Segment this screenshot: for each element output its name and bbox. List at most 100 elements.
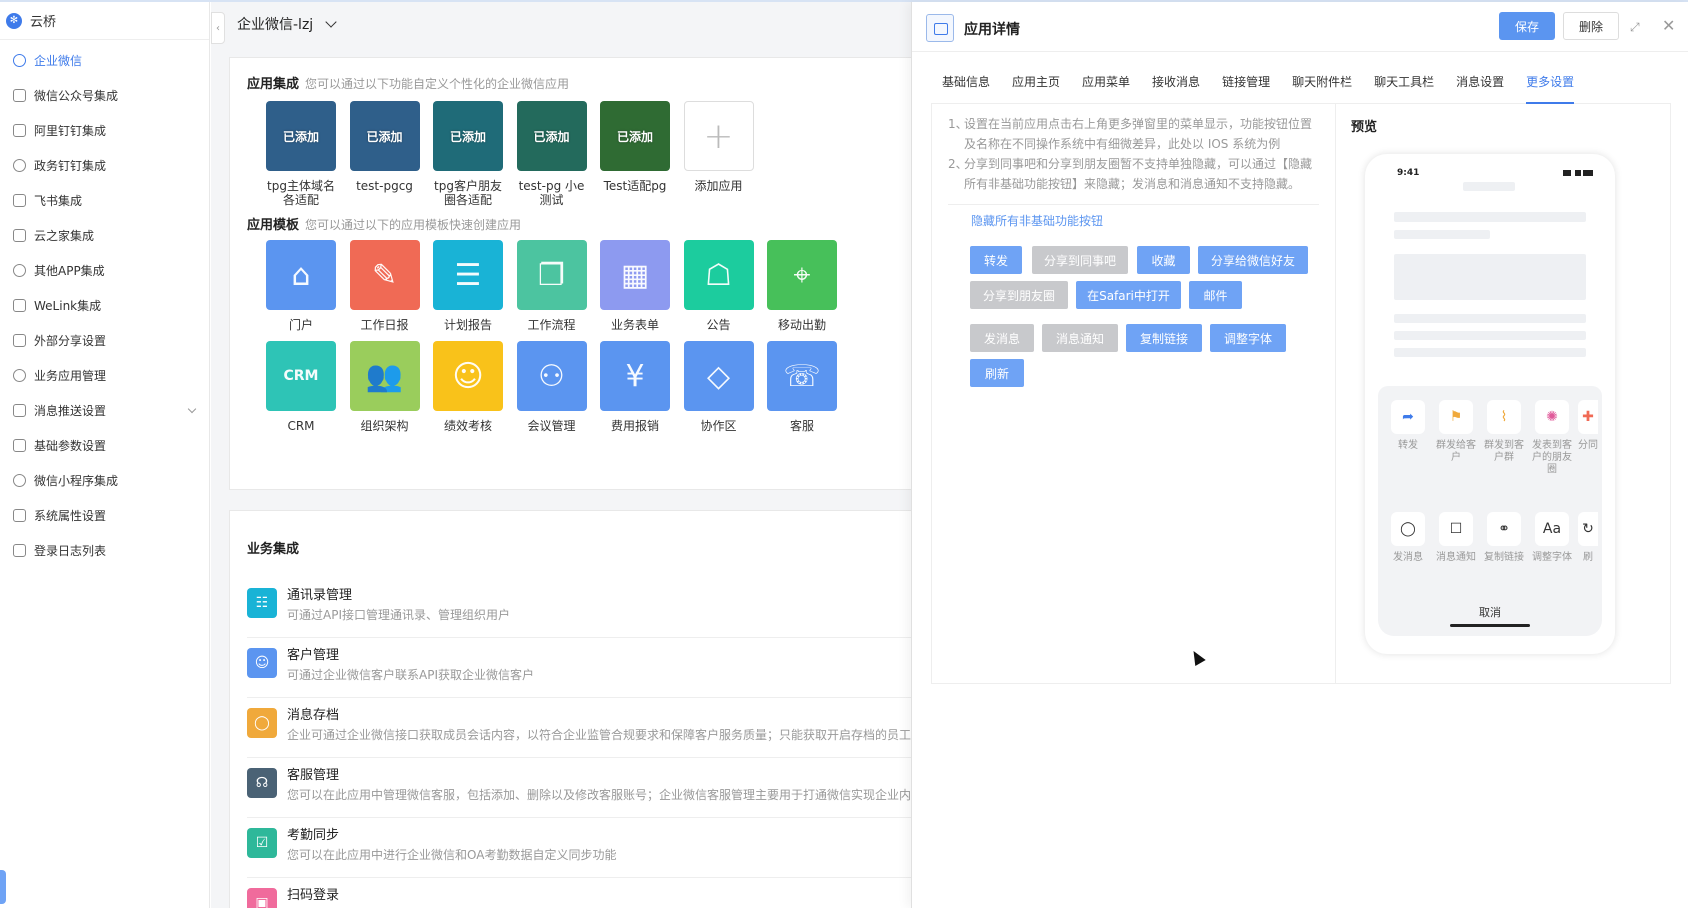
- sidebar-item[interactable]: 登录日志列表: [0, 533, 209, 568]
- template-tile[interactable]: CRM CRM: [266, 341, 336, 433]
- menu-button-tag[interactable]: 复制链接: [1126, 324, 1202, 352]
- template-tile[interactable]: ⌂ 门户: [266, 240, 336, 332]
- business-item[interactable]: ▣ 扫码登录: [247, 874, 911, 908]
- tab-0[interactable]: 基础信息: [931, 70, 1001, 104]
- tab-1[interactable]: 应用主页: [1001, 70, 1071, 104]
- app-name: tpg主体域名各适配: [267, 179, 335, 207]
- menu-button-tag[interactable]: 在Safari中打开: [1076, 281, 1181, 309]
- collapse-sidebar-button[interactable]: ‹: [211, 12, 225, 44]
- menu-button-tag[interactable]: 分享到朋友圈: [970, 281, 1068, 309]
- template-tile[interactable]: 👥 组织架构: [349, 341, 420, 433]
- menu-button-tag[interactable]: 发消息: [970, 324, 1034, 352]
- menu-button-tag[interactable]: 调整字体: [1210, 324, 1286, 352]
- expand-icon[interactable]: ⤢: [1630, 20, 1640, 35]
- app-tile[interactable]: 已添加 test-pg 小e测试: [516, 101, 587, 207]
- share-option-icon: ⚭: [1487, 512, 1521, 546]
- chevron-down-icon: [325, 16, 337, 28]
- tab-5[interactable]: 聊天附件栏: [1281, 70, 1363, 104]
- main-area: ‹ 企业微信-lzj 应用集成 您可以通过以下功能自定义个性化的企业微信应用 已添…: [211, 2, 911, 908]
- close-icon[interactable]: ✕: [1662, 16, 1675, 35]
- cancel-button[interactable]: 取消: [1378, 604, 1602, 620]
- app-tile[interactable]: 已添加 tpg客户朋友圈各适配: [433, 101, 503, 207]
- sidebar-item[interactable]: 微信小程序集成: [0, 463, 209, 498]
- note-item: 1、 设置在当前应用点击右上角更多弹窗里的菜单显示，功能按钮位置及名称在不同操作系…: [948, 114, 1316, 154]
- business-item[interactable]: ☑ 考勤同步 您可以在此应用中进行企业微信和OA考勤数据自定义同步功能: [247, 814, 911, 878]
- business-item[interactable]: ☷ 通讯录管理 可通过API接口管理通讯录、管理组织用户: [247, 574, 911, 638]
- business-card: 业务集成 ☷ 通讯录管理 可通过API接口管理通讯录、管理组织用户 ☺ 客户管理 可通过企…: [229, 510, 911, 908]
- template-icon: ⌖: [767, 240, 837, 310]
- menu-button-tag[interactable]: 收藏: [1137, 246, 1190, 274]
- template-icon: ❐: [516, 240, 587, 310]
- template-icon: ⌂: [266, 240, 336, 310]
- sidebar-item[interactable]: 消息推送设置: [0, 393, 209, 428]
- delete-button[interactable]: 删除: [1563, 12, 1619, 40]
- tab-7[interactable]: 消息设置: [1445, 70, 1515, 104]
- menu-button-tag[interactable]: 分享给微信好友: [1198, 246, 1308, 274]
- hide-all-nonbasic-link[interactable]: 隐藏所有非基础功能按钮: [971, 212, 1103, 229]
- app-detail-drawer: 应用详情 保存 删除 ⤢ ✕ 基础信息 应用主页 应用菜单 接收消息 链接管理 聊天附件栏…: [911, 2, 1688, 908]
- share-option-label: 群发给客户: [1436, 440, 1476, 463]
- template-name: 绩效考核: [443, 419, 492, 433]
- sidebar-item[interactable]: 基础参数设置: [0, 428, 209, 463]
- template-tile[interactable]: ☰ 计划报告: [433, 240, 503, 332]
- template-tile[interactable]: ⚇ 会议管理: [516, 341, 587, 433]
- tab-4[interactable]: 链接管理: [1211, 70, 1281, 104]
- template-glyph-icon: ☺: [452, 358, 484, 394]
- sidebar-item[interactable]: 企业微信: [0, 43, 209, 78]
- app-tile[interactable]: 已添加 Test适配pg: [600, 101, 670, 193]
- sidebar-item[interactable]: 其他APP集成: [0, 253, 209, 288]
- sidebar-item[interactable]: 政务钉钉集成: [0, 148, 209, 183]
- help-tab[interactable]: [0, 870, 6, 904]
- brand-name: 云桥: [30, 15, 57, 30]
- business-item[interactable]: ◯ 消息存档 企业可通过企业微信接口获取成员会话内容，以符合企业监管合规要求和保障客…: [247, 694, 911, 758]
- template-tile[interactable]: ✎ 工作日报: [349, 240, 420, 332]
- tab-3[interactable]: 接收消息: [1141, 70, 1211, 104]
- menu-button-tag[interactable]: 消息通知: [1042, 324, 1118, 352]
- business-title: 消息存档: [287, 708, 340, 723]
- share-option-label: 刷: [1583, 552, 1593, 563]
- template-tile[interactable]: ❐ 工作流程: [516, 240, 587, 332]
- sidebar-item[interactable]: 外部分享设置: [0, 323, 209, 358]
- sidebar-item[interactable]: 系统属性设置: [0, 498, 209, 533]
- menu-button-tag[interactable]: 邮件: [1189, 281, 1242, 309]
- brand[interactable]: ✻ 云桥: [0, 2, 209, 40]
- preview-title: 预览: [1351, 120, 1378, 135]
- menu-button-tag[interactable]: 刷新: [970, 359, 1024, 387]
- template-glyph-icon: ⌖: [793, 257, 811, 293]
- template-icon: ☖: [683, 240, 754, 310]
- template-icon: ◇: [683, 341, 754, 411]
- workspace-switcher[interactable]: 企业微信-lzj: [237, 14, 337, 34]
- tab-8[interactable]: 更多设置: [1515, 70, 1585, 104]
- template-tile[interactable]: ⌖ 移动出勤: [767, 240, 837, 332]
- template-icon: CRM: [266, 341, 336, 411]
- tab-2[interactable]: 应用菜单: [1071, 70, 1141, 104]
- sidebar-item[interactable]: 微信公众号集成: [0, 78, 209, 113]
- sidebar-item[interactable]: WeLink集成: [0, 288, 209, 323]
- app-tile[interactable]: 已添加 test-pgcg: [349, 101, 420, 193]
- sidebar-item[interactable]: 飞书集成: [0, 183, 209, 218]
- menu-button-tag[interactable]: 分享到同事吧: [1032, 246, 1128, 274]
- template-tile[interactable]: ▦ 业务表单: [600, 240, 670, 332]
- app-root: ✻ 云桥 企业微信 微信公众号集成 阿里钉钉集成 政务钉钉集成 飞书集成 云之家集成 其他A…: [0, 0, 1688, 908]
- template-tile[interactable]: ¥ 费用报销: [600, 341, 670, 433]
- business-item[interactable]: ☺ 客户管理 可通过企业微信客户联系API获取企业微信客户: [247, 634, 911, 698]
- note-text: 分享到同事吧和分享到朋友圈暂不支持单独隐藏，可以通过【隐藏所有非基础功能按钮】来…: [964, 157, 1313, 191]
- save-button[interactable]: 保存: [1499, 12, 1555, 40]
- template-tile[interactable]: ☖ 公告: [683, 240, 754, 332]
- sidebar-item[interactable]: 业务应用管理: [0, 358, 209, 393]
- app-templates-hint: 您可以通过以下的应用模板快速创建应用: [305, 218, 522, 232]
- template-tile[interactable]: ◇ 协作区: [683, 341, 754, 433]
- app-tile[interactable]: + 添加应用: [683, 101, 754, 193]
- app-tile[interactable]: 已添加 tpg主体域名各适配: [266, 101, 336, 207]
- share-option-icon: ➦: [1391, 400, 1425, 434]
- template-tile[interactable]: ☏ 客服: [767, 341, 837, 433]
- menu-button-tag[interactable]: 转发: [970, 246, 1022, 274]
- menu-item-icon: [13, 404, 26, 417]
- template-tile[interactable]: ☺ 绩效考核: [433, 341, 503, 433]
- sidebar-item[interactable]: 云之家集成: [0, 218, 209, 253]
- business-title: 扫码登录: [287, 888, 340, 903]
- business-item[interactable]: ☊ 客服管理 您可以在此应用中管理微信客服，包括添加、删除以及修改客服账号；企业微信…: [247, 754, 911, 818]
- tab-6[interactable]: 聊天工具栏: [1363, 70, 1445, 104]
- template-glyph-icon: 👥: [365, 358, 404, 394]
- sidebar-item[interactable]: 阿里钉钉集成: [0, 113, 209, 148]
